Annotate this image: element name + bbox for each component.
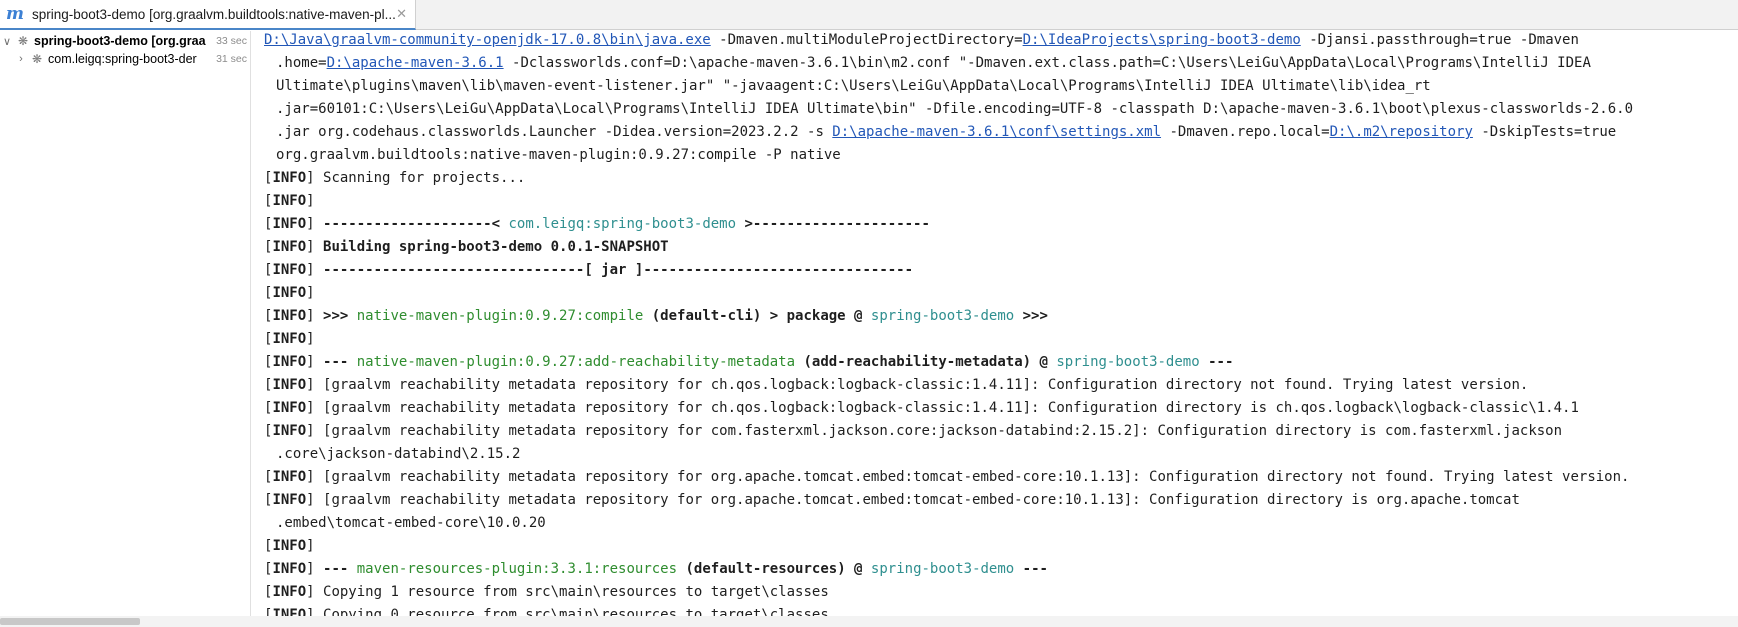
console-line: [INFO] [graalvm reachability metadata re… <box>264 423 1563 439</box>
log-level: INFO <box>272 193 307 209</box>
console-line: .core\jackson-databind\2.15.2 <box>276 446 521 462</box>
console-line: [INFO] Scanning for projects... <box>264 170 526 186</box>
console-line: [INFO] -------------------------------[ … <box>264 262 914 278</box>
console-line: [INFO] [graalvm reachability metadata re… <box>264 492 1520 508</box>
log-level: INFO <box>272 377 307 393</box>
tree-item-module[interactable]: › ❋ com.leigq:spring-boot3-der 31 sec <box>14 49 250 69</box>
log-level: INFO <box>272 308 307 324</box>
run-tab[interactable]: m spring-boot3-demo [org.graalvm.buildto… <box>0 0 416 30</box>
log-level: INFO <box>272 538 307 554</box>
console-line: [INFO] Building spring-boot3-demo 0.0.1-… <box>264 239 669 255</box>
tree-item-time: 33 sec <box>214 35 247 47</box>
log-level: INFO <box>272 262 307 278</box>
console-line: [INFO] [graalvm reachability metadata re… <box>264 377 1529 393</box>
console-line: [INFO] [graalvm reachability metadata re… <box>264 469 1630 485</box>
console-link[interactable]: D:\.m2\repository <box>1330 124 1473 140</box>
log-level: INFO <box>272 561 307 577</box>
log-level: INFO <box>272 285 307 301</box>
console-line: [INFO] --------------------< com.leigq:s… <box>264 216 930 232</box>
tree-item-time: 31 sec <box>214 53 247 65</box>
log-level: INFO <box>272 469 307 485</box>
log-level: INFO <box>272 216 307 232</box>
console-line: [INFO] Copying 1 resource from src\main\… <box>264 584 829 600</box>
log-level: INFO <box>272 423 307 439</box>
scrollbar-thumb[interactable] <box>0 618 140 625</box>
console-link[interactable]: D:\IdeaProjects\spring-boot3-demo <box>1023 32 1301 48</box>
log-level: INFO <box>272 354 307 370</box>
console-line: Ultimate\plugins\maven\lib\maven-event-l… <box>276 78 1431 94</box>
console-link[interactable]: D:\Java\graalvm-community-openjdk-17.0.8… <box>264 32 711 48</box>
log-level: INFO <box>272 584 307 600</box>
console-line: [INFO] <box>264 193 315 209</box>
console-line: .home=D:\apache-maven-3.6.1 -Dclassworld… <box>276 55 1591 71</box>
run-tab-title: spring-boot3-demo [org.graalvm.buildtool… <box>32 6 396 22</box>
console-output[interactable]: D:\Java\graalvm-community-openjdk-17.0.8… <box>252 31 1738 616</box>
chevron-right-icon[interactable]: › <box>14 53 28 65</box>
run-tab-bar: m spring-boot3-demo [org.graalvm.buildto… <box>0 0 1738 30</box>
close-icon[interactable]: ✕ <box>396 6 407 22</box>
console-line: .jar=60101:C:\Users\LeiGu\AppData\Local\… <box>276 101 1634 117</box>
console-line: [INFO] --- maven-resources-plugin:3.3.1:… <box>264 561 1048 577</box>
console-line: [INFO] Copying 0 resource from src\main\… <box>264 604 829 616</box>
console-link[interactable]: D:\apache-maven-3.6.1\conf\settings.xml <box>832 124 1161 140</box>
console-line: .embed\tomcat-embed-core\10.0.20 <box>276 515 546 531</box>
log-level: INFO <box>272 331 307 347</box>
tree-item-label: spring-boot3-demo [org.graa <box>34 34 206 48</box>
console-line: [INFO] <box>264 285 315 301</box>
console-line: org.graalvm.buildtools:native-maven-plug… <box>276 147 841 163</box>
console-line: [INFO] [graalvm reachability metadata re… <box>264 400 1579 416</box>
console-line: [INFO] --- native-maven-plugin:0.9.27:ad… <box>264 354 1234 370</box>
console-line: [INFO] >>> native-maven-plugin:0.9.27:co… <box>264 308 1048 324</box>
tree-item-root[interactable]: ∨ ❋ spring-boot3-demo [org.graa 33 sec <box>0 31 250 51</box>
horizontal-scrollbar[interactable] <box>0 616 1738 627</box>
console-line: .jar org.codehaus.classworlds.Launcher -… <box>276 124 1617 140</box>
console-line: [INFO] <box>264 538 315 554</box>
log-level: INFO <box>272 400 307 416</box>
spinner-icon: ❋ <box>17 34 29 48</box>
console-line: D:\Java\graalvm-community-openjdk-17.0.8… <box>264 32 1579 48</box>
spinner-icon: ❋ <box>31 52 43 66</box>
log-level: INFO <box>272 239 307 255</box>
tree-item-label: com.leigq:spring-boot3-der <box>48 52 197 66</box>
maven-icon: m <box>6 3 24 24</box>
log-level: INFO <box>272 607 307 616</box>
chevron-down-icon[interactable]: ∨ <box>0 35 14 48</box>
build-tree: ∨ ❋ spring-boot3-demo [org.graa 33 sec ›… <box>0 31 251 627</box>
console-line: [INFO] <box>264 331 315 347</box>
log-level: INFO <box>272 170 307 186</box>
log-level: INFO <box>272 492 307 508</box>
console-link[interactable]: D:\apache-maven-3.6.1 <box>327 55 504 71</box>
